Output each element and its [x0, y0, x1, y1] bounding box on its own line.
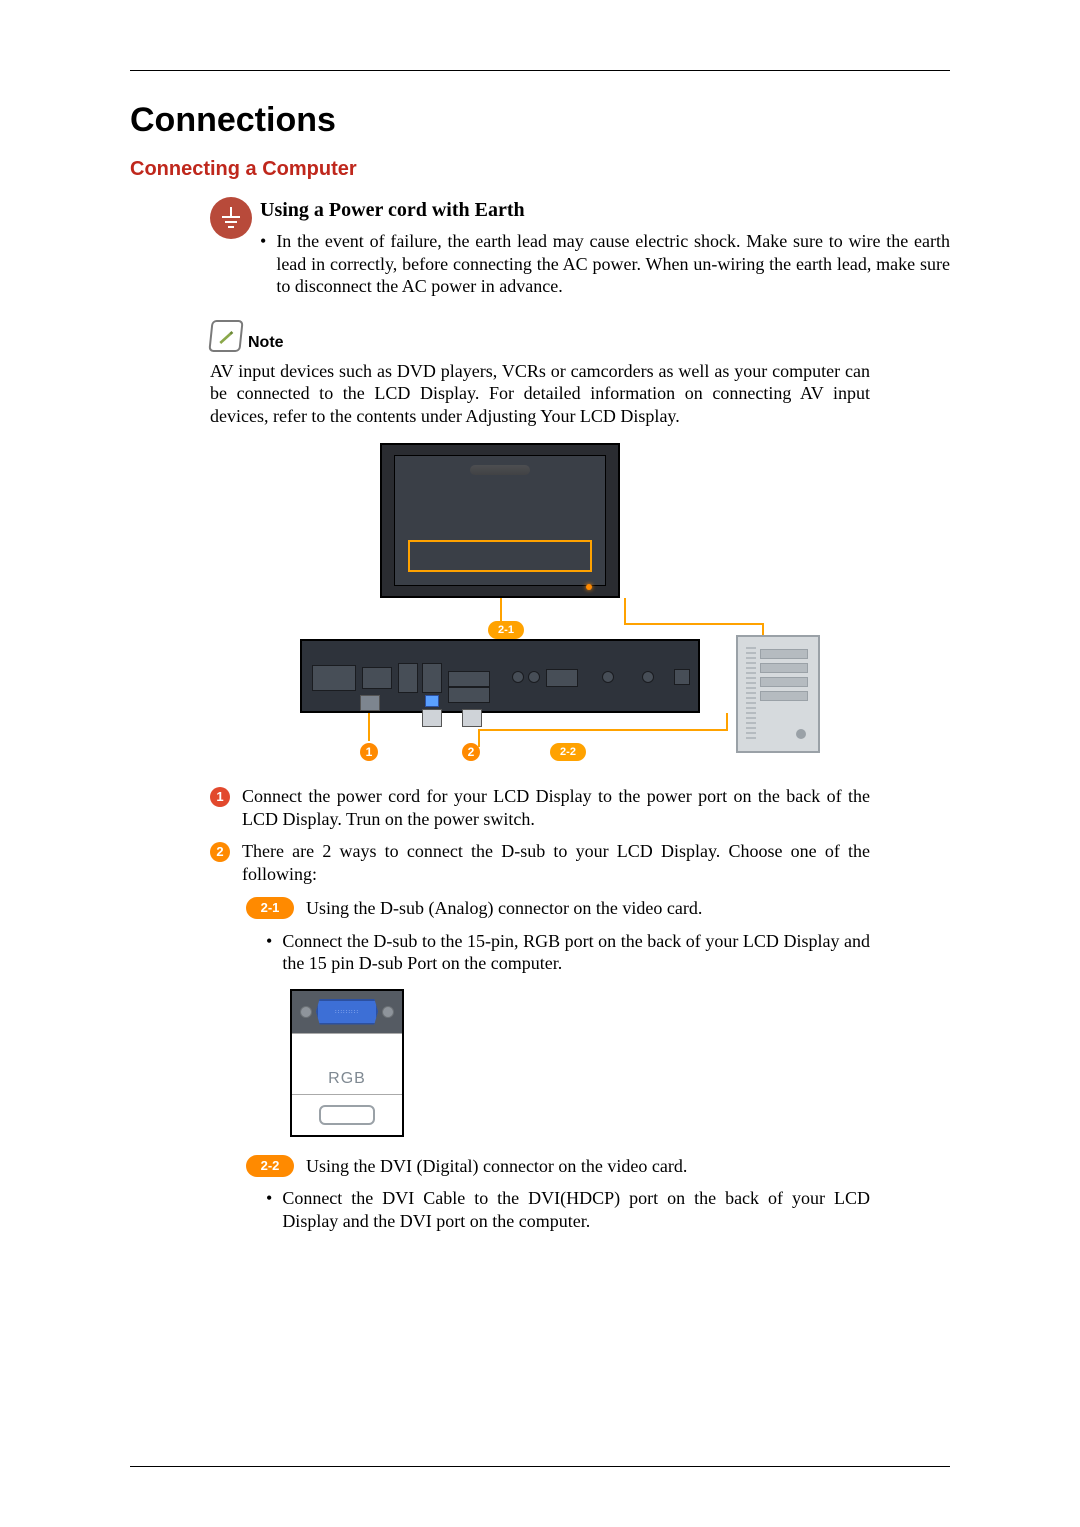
sub-steps: 2-1 Using the D-sub (Analog) connector o…	[246, 897, 870, 1232]
section-heading: Connecting a Computer	[130, 158, 950, 181]
step-1-text: Connect the power cord for your LCD Disp…	[242, 785, 870, 830]
step-number-2-icon: 2	[210, 842, 230, 862]
diagram-connector-line	[624, 623, 764, 625]
step-number-1-icon: 1	[210, 787, 230, 807]
bullet-dot-icon	[266, 930, 272, 975]
step-list: 1 Connect the power cord for your LCD Di…	[210, 785, 870, 1232]
earth-text-block: Using a Power cord with Earth In the eve…	[260, 195, 950, 298]
rgb-slot-icon	[319, 1105, 375, 1125]
bullet-dot-icon	[266, 1187, 272, 1232]
page: Connections Connecting a Computer Using …	[0, 0, 1080, 1527]
pill-2-1-icon: 2-1	[246, 897, 294, 919]
earth-text: In the event of failure, the earth lead …	[276, 230, 950, 298]
diagram-connector-line	[624, 598, 626, 625]
step-2: 2 There are 2 ways to connect the D-sub …	[210, 840, 870, 885]
diagram-label-2-1: 2-1	[488, 621, 524, 639]
step-1: 1 Connect the power cord for your LCD Di…	[210, 785, 870, 830]
note-text: AV input devices such as DVD players, VC…	[210, 360, 870, 428]
earth-heading: Using a Power cord with Earth	[260, 199, 950, 222]
dsub-connector-icon: :::::::::	[292, 991, 402, 1033]
step-2-text: There are 2 ways to connect the D-sub to…	[242, 840, 870, 885]
note-block: Note	[210, 320, 950, 352]
computer-tower-icon	[736, 635, 820, 753]
ground-earth-icon	[210, 197, 252, 239]
note-pencil-icon	[208, 320, 243, 352]
connection-diagram: 2-1	[130, 443, 950, 763]
sub-step-2-1-bullet: Connect the D-sub to the 15-pin, RGB por…	[266, 930, 870, 975]
diagram-label-2-2: 2-2	[550, 743, 586, 761]
sub-step-2-1-text: Using the D-sub (Analog) connector on th…	[306, 897, 702, 920]
sub-step-2-2: 2-2 Using the DVI (Digital) connector on…	[246, 1155, 870, 1178]
diagram-callout-1: 1	[360, 743, 378, 761]
rgb-port-illustration: ::::::::: RGB	[290, 989, 404, 1137]
note-label: Note	[248, 334, 284, 352]
pill-2-2-icon: 2-2	[246, 1155, 294, 1177]
sub-step-2-2-text: Using the DVI (Digital) connector on the…	[306, 1155, 687, 1178]
earth-warning: Using a Power cord with Earth In the eve…	[210, 195, 950, 298]
top-rule	[130, 70, 950, 71]
earth-bullet: In the event of failure, the earth lead …	[260, 230, 950, 298]
bullet-dot-icon	[260, 230, 266, 298]
sub-step-2-1-bullet-text: Connect the D-sub to the 15-pin, RGB por…	[282, 930, 870, 975]
bottom-rule	[130, 1466, 950, 1467]
page-title: Connections	[130, 101, 950, 140]
sub-step-2-2-bullet-text: Connect the DVI Cable to the DVI(HDCP) p…	[282, 1187, 870, 1232]
sub-step-2-1: 2-1 Using the D-sub (Analog) connector o…	[246, 897, 870, 920]
monitor-front-icon	[380, 443, 620, 598]
sub-step-2-2-bullet: Connect the DVI Cable to the DVI(HDCP) p…	[266, 1187, 870, 1232]
rgb-port-label: RGB	[328, 1070, 366, 1088]
